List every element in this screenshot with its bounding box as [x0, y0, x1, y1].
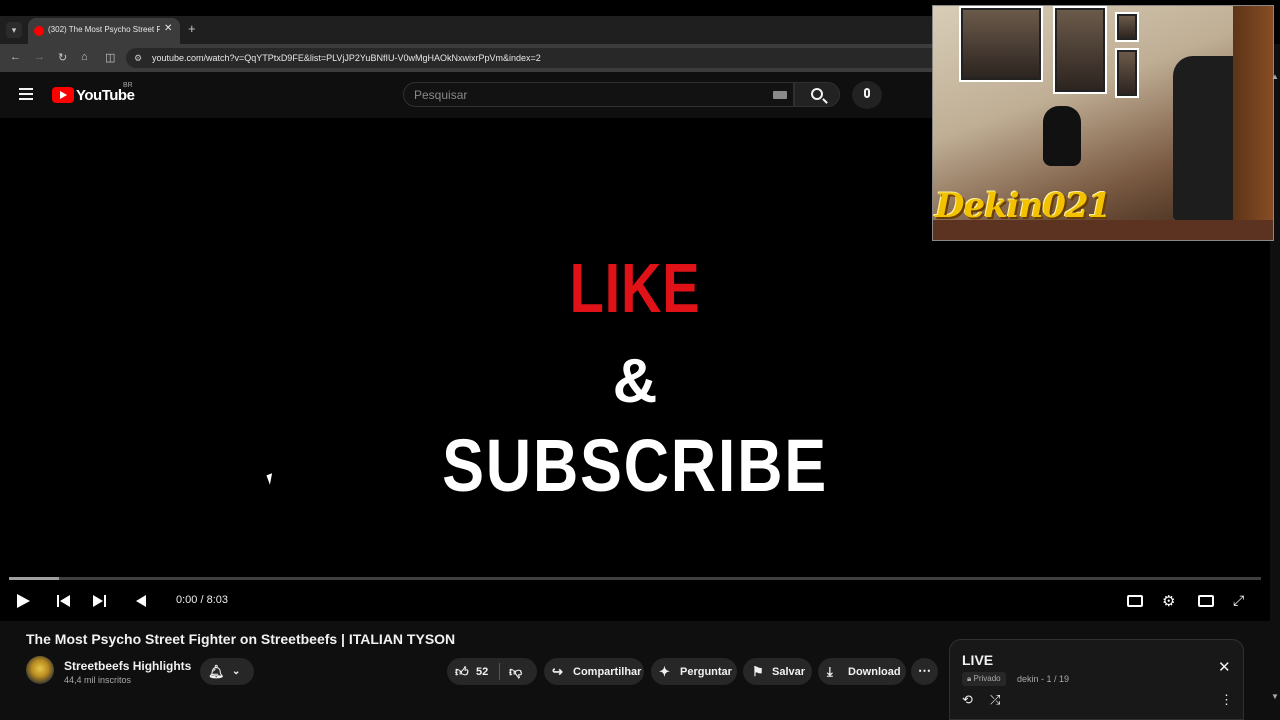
- download-button[interactable]: ⤓ Download: [818, 658, 906, 685]
- search-box: [403, 82, 794, 107]
- hamburger-menu-icon[interactable]: [19, 88, 33, 100]
- address-bar[interactable]: ⚙ youtube.com/watch?v=QqYTPtxD9FE&list=P…: [126, 48, 932, 68]
- close-icon[interactable]: ✕: [1218, 658, 1231, 676]
- next-icon[interactable]: [93, 594, 107, 608]
- youtube-favicon-icon: [34, 26, 44, 36]
- voice-search-button[interactable]: [852, 81, 882, 109]
- ask-label: Perguntar: [680, 666, 732, 678]
- like-button[interactable]: 👍︎ 52 👎︎: [447, 658, 537, 685]
- notification-bell-button[interactable]: 🔔︎ ⌄: [200, 658, 254, 685]
- country-code: BR: [123, 82, 133, 89]
- subscriber-count: 44,4 mil inscritos: [64, 675, 132, 685]
- play-icon[interactable]: [17, 594, 30, 608]
- logo-text: YouTube: [76, 87, 135, 104]
- playlist-meta: dekin - 1 / 19: [1017, 674, 1070, 684]
- progress-buffered: [9, 577, 60, 580]
- shuffle-icon[interactable]: ⤮: [990, 692, 1000, 708]
- tab-close-icon[interactable]: ✕: [164, 23, 172, 34]
- video-overlay-subscribe: SUBSCRIBE: [442, 424, 828, 507]
- webcam-overlay: Dekin021: [932, 5, 1274, 241]
- back-arrow-icon[interactable]: ←: [10, 51, 21, 63]
- reload-icon[interactable]: ↻: [58, 51, 67, 64]
- thumbs-up-icon: 👍︎: [455, 664, 469, 679]
- forward-arrow-icon[interactable]: →: [34, 51, 45, 63]
- keyboard-icon[interactable]: [773, 91, 787, 99]
- more-vertical-icon[interactable]: ⋮: [1220, 692, 1233, 708]
- like-count: 52: [476, 666, 489, 678]
- thumbs-down-icon[interactable]: 👎︎: [509, 664, 522, 680]
- bell-icon: 🔔︎: [208, 664, 225, 679]
- streamer-tag: Dekin021: [935, 186, 1111, 226]
- youtube-play-logo-icon: [52, 87, 74, 103]
- wall-poster: [1115, 12, 1139, 42]
- progress-bar[interactable]: [9, 577, 1261, 580]
- like-divider: [499, 663, 500, 680]
- split-view-icon[interactable]: ◫: [105, 51, 115, 64]
- youtube-logo[interactable]: YouTube BR: [52, 82, 136, 106]
- video-overlay-ampersand: &: [612, 347, 658, 416]
- url-text[interactable]: youtube.com/watch?v=QqYTPtxD9FE&list=PLV…: [152, 53, 541, 63]
- search-button[interactable]: [794, 82, 840, 107]
- tab-title: (302) The Most Psycho Street Fi: [48, 25, 160, 34]
- more-horizontal-icon: ⋯: [918, 663, 931, 678]
- subtitles-icon[interactable]: [1127, 595, 1143, 607]
- ask-button[interactable]: ✦ Perguntar: [651, 658, 737, 685]
- browser-toolbar: ← → ↻ ⌂ ◫ ⚙ youtube.com/watch?v=QqYTPtxD…: [0, 44, 932, 72]
- sparkle-icon: ✦: [659, 664, 670, 679]
- loop-icon[interactable]: ⟲: [962, 692, 973, 708]
- wall-poster: [1053, 6, 1107, 94]
- channel-name[interactable]: Streetbeefs Highlights: [64, 659, 191, 673]
- video-title: The Most Psycho Street Fighter on Street…: [26, 631, 456, 647]
- video-overlay-like: LIKE: [569, 249, 701, 327]
- save-button[interactable]: ⚑ Salvar: [743, 658, 812, 685]
- scroll-up-arrow-icon[interactable]: ▲: [1270, 72, 1280, 86]
- home-icon[interactable]: ⌂: [81, 51, 88, 63]
- privacy-badge: 🔒︎ Privado: [962, 672, 1006, 686]
- share-label: Compartilhar: [573, 666, 642, 678]
- lock-icon: 🔒︎: [967, 674, 972, 683]
- share-button[interactable]: ↪ Compartilhar: [544, 658, 644, 685]
- settings-gear-icon[interactable]: ⚙: [1162, 592, 1178, 610]
- wall-poster: [959, 6, 1043, 82]
- save-label: Salvar: [772, 666, 806, 678]
- privacy-label: Privado: [973, 674, 1001, 683]
- tab-list-button[interactable]: ▾: [6, 22, 22, 38]
- fullscreen-icon[interactable]: ⤢: [1233, 592, 1249, 608]
- wooden-door: [1233, 6, 1273, 220]
- person-silhouette: [1043, 106, 1081, 166]
- download-icon: ⤓: [827, 664, 833, 679]
- time-display: 0:00 / 8:03: [176, 594, 228, 606]
- channel-avatar[interactable]: [26, 656, 54, 684]
- download-label: Download: [848, 666, 901, 678]
- wall-poster: [1115, 48, 1139, 98]
- share-arrow-icon: ↪: [552, 664, 563, 679]
- new-tab-button[interactable]: +: [188, 21, 196, 36]
- search-icon: [811, 88, 823, 100]
- browser-tab[interactable]: (302) The Most Psycho Street Fi ✕: [28, 18, 180, 44]
- chevron-down-icon: ⌄: [232, 666, 241, 677]
- more-actions-button[interactable]: ⋯: [911, 658, 938, 685]
- volume-icon[interactable]: [136, 594, 150, 608]
- microphone-icon: [864, 88, 870, 98]
- scroll-down-arrow-icon[interactable]: ▼: [1270, 692, 1280, 706]
- site-info-icon[interactable]: ⚙: [134, 53, 142, 64]
- playlist-panel: LIVE 🔒︎ Privado dekin - 1 / 19 ✕ ⟲ ⤮ ⋮: [949, 639, 1244, 720]
- previous-icon[interactable]: [57, 594, 71, 608]
- search-input[interactable]: [414, 88, 754, 102]
- playlist-title[interactable]: LIVE: [962, 652, 993, 668]
- bookmark-icon: ⚑: [752, 664, 764, 679]
- theater-mode-icon[interactable]: [1198, 595, 1214, 607]
